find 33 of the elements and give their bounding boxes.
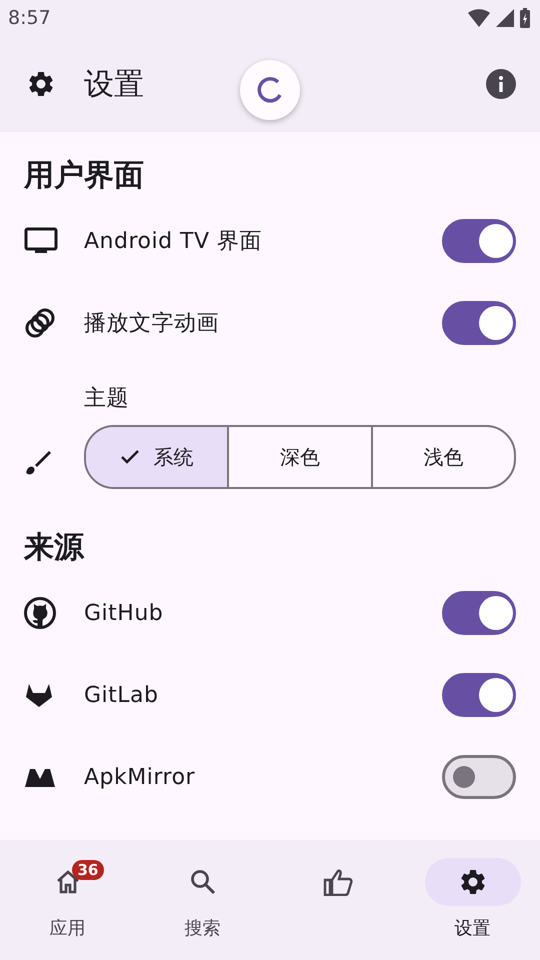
toggle-switch[interactable] <box>442 591 516 635</box>
nav-item[interactable]: 设置 <box>405 840 540 960</box>
loading-spinner-icon <box>240 60 300 120</box>
battery-icon <box>520 8 530 28</box>
github-icon <box>24 597 56 629</box>
wifi-icon <box>468 9 490 27</box>
segment-button[interactable]: 系统 <box>86 427 228 487</box>
thumbs-up-icon <box>322 868 352 896</box>
search-icon <box>188 868 216 896</box>
setting-label: ApkMirror <box>84 764 196 790</box>
setting-label: Android TV 界面 <box>84 228 262 256</box>
toggle-switch[interactable] <box>442 301 516 345</box>
info-icon[interactable] <box>486 69 516 99</box>
check-icon <box>120 449 140 465</box>
setting-label: 主题 <box>84 385 130 413</box>
toggle-switch[interactable] <box>442 219 516 263</box>
setting-label: GitLab <box>84 682 158 708</box>
nav-item[interactable]: 搜索 <box>135 840 270 960</box>
rings-icon <box>24 307 56 339</box>
section-header: 用户界面 <box>24 157 145 195</box>
tv-icon <box>24 227 58 255</box>
count-badge: 36 <box>72 860 104 880</box>
nav-item[interactable]: 36 应用 <box>0 840 135 960</box>
toggle-switch[interactable] <box>442 755 516 799</box>
toggle-switch[interactable] <box>442 673 516 717</box>
setting-label: GitHub <box>84 600 164 626</box>
section-header: 来源 <box>24 529 86 567</box>
signal-icon <box>496 9 514 27</box>
setting-label: 播放文字动画 <box>84 310 219 338</box>
status-time: 8:57 <box>8 7 51 29</box>
segment-button[interactable]: 浅色 <box>370 427 514 487</box>
page-title: 设置 <box>84 66 144 104</box>
segment-button[interactable]: 深色 <box>227 427 371 487</box>
